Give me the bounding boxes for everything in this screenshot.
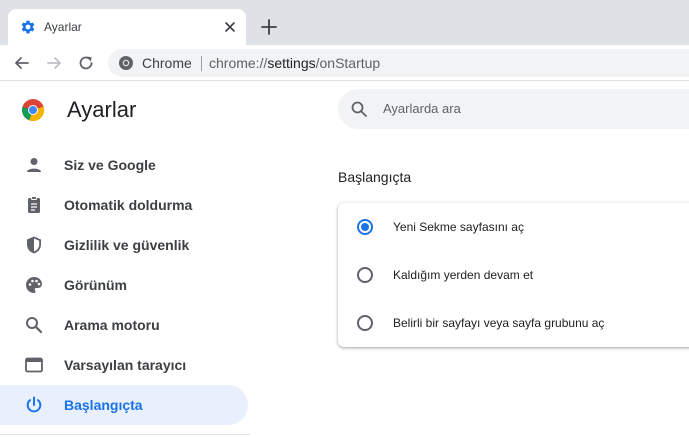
close-icon[interactable] [222, 19, 238, 35]
option-label: Yeni Sekme sayfasını aç [393, 220, 524, 234]
browser-window-icon [25, 357, 43, 373]
sidebar-item-privacy[interactable]: Gizlilik ve güvenlik [0, 225, 250, 265]
url-path: settings [267, 55, 316, 71]
chrome-site-icon[interactable] [118, 55, 134, 71]
url-rest: /onStartup [315, 55, 381, 71]
search-box[interactable]: Ayarlarda ara [338, 89, 689, 129]
page-title: Ayarlar [67, 97, 137, 122]
reload-icon[interactable] [76, 53, 96, 73]
browser-toolbar: Chrome chrome://settings/onStartup [0, 45, 689, 81]
startup-options-card: Yeni Sekme sayfasını aç Kaldığım yerden … [338, 203, 689, 347]
sidebar-item-search-engine[interactable]: Arama motoru [0, 305, 250, 345]
forward-arrow-icon[interactable] [44, 53, 64, 73]
sidebar-divider [0, 434, 250, 435]
sidebar-item-you-and-google[interactable]: Siz ve Google [0, 145, 250, 185]
startup-option-new-tab[interactable]: Yeni Sekme sayfasını aç [338, 203, 689, 251]
option-label: Belirli bir sayfayı veya sayfa grubunu a… [393, 316, 605, 330]
sidebar-item-label: Gizlilik ve güvenlik [64, 237, 190, 253]
chrome-logo [22, 99, 45, 122]
clipboard-icon [28, 196, 40, 213]
radio-button[interactable] [357, 267, 373, 283]
sidebar-item-on-startup[interactable]: Başlangıçta [0, 385, 248, 425]
sidebar: Siz ve Google Otomatik doldurma Gizlilik… [0, 145, 250, 425]
radio-button[interactable] [357, 219, 373, 235]
tab-settings[interactable]: Ayarlar [8, 9, 246, 45]
sidebar-item-label: Görünüm [64, 277, 127, 293]
search-input[interactable]: Ayarlarda ara [383, 101, 461, 117]
sidebar-item-default-browser[interactable]: Varsayılan tarayıcı [0, 345, 250, 385]
sidebar-item-autofill[interactable]: Otomatik doldurma [0, 185, 250, 225]
person-icon [27, 158, 41, 172]
search-icon [26, 317, 43, 334]
sidebar-item-label: Arama motoru [64, 317, 160, 333]
tab-strip: Ayarlar [0, 0, 689, 45]
startup-option-specific-pages[interactable]: Belirli bir sayfayı veya sayfa grubunu a… [338, 299, 689, 347]
omnibox-separator [201, 56, 202, 71]
radio-button[interactable] [357, 315, 373, 331]
search-icon [351, 101, 367, 117]
option-label: Kaldığım yerden devam et [393, 268, 534, 282]
tab-title: Ayarlar [44, 20, 82, 34]
sidebar-item-appearance[interactable]: Görünüm [0, 265, 250, 305]
back-arrow-icon[interactable] [12, 53, 32, 73]
section-title: Başlangıçta [338, 169, 412, 185]
omnibox[interactable]: Chrome chrome://settings/onStartup [108, 49, 689, 77]
gear-icon [21, 20, 35, 34]
sidebar-item-label: Başlangıçta [64, 397, 143, 413]
new-tab-plus-icon[interactable] [260, 18, 278, 36]
url-scheme: chrome:// [209, 55, 268, 71]
power-icon [26, 396, 42, 413]
sidebar-item-label: Siz ve Google [64, 157, 156, 173]
sidebar-item-label: Varsayılan tarayıcı [64, 357, 187, 373]
palette-icon [26, 277, 42, 293]
startup-option-continue[interactable]: Kaldığım yerden devam et [338, 251, 689, 299]
omnibox-url: chrome://settings/onStartup [209, 55, 380, 71]
shield-icon [27, 236, 41, 254]
omnibox-host: Chrome [142, 55, 192, 71]
sidebar-item-label: Otomatik doldurma [64, 197, 193, 213]
